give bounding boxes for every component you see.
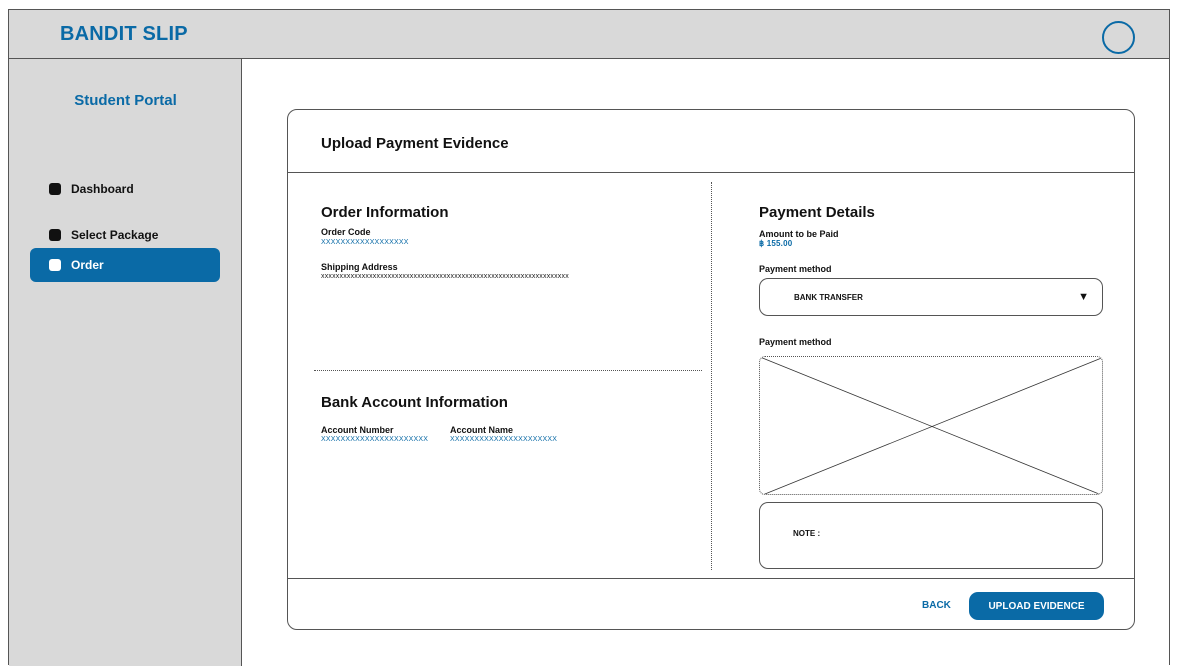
footer-divider xyxy=(288,578,1134,579)
amount-label: Amount to be Paid xyxy=(759,229,839,239)
sidebar: Student Portal Dashboard Select Package … xyxy=(9,59,242,666)
account-number-value: XXXXXXXXXXXXXXXXXXXXXX xyxy=(321,436,429,443)
amount-value: ฿ 155.00 xyxy=(759,239,793,248)
sidebar-item-label: Order xyxy=(71,258,104,272)
bank-info-title: Bank Account Information xyxy=(321,394,508,411)
payment-method-select[interactable]: BANK TRANSFER ▼ xyxy=(759,278,1103,316)
brand-logo-text[interactable]: BANDIT SLIP xyxy=(60,23,188,46)
account-number-label: Account Number xyxy=(321,425,394,435)
shipping-address-label: Shipping Address xyxy=(321,262,398,272)
order-code-label: Order Code xyxy=(321,227,371,237)
account-name-label: Account Name xyxy=(450,425,514,435)
order-code-value: XXXXXXXXXXXXXXXXXX xyxy=(321,239,409,246)
evidence-label: Payment method xyxy=(759,337,832,347)
sidebar-title: Student Portal xyxy=(74,92,177,109)
column-divider xyxy=(711,182,712,570)
account-name-value: XXXXXXXXXXXXXXXXXXXXXX xyxy=(450,436,558,443)
image-placeholder-icon xyxy=(760,357,1102,494)
square-bullet-icon xyxy=(49,183,61,195)
shipping-address-value: xxxxxxxxxxxxxxxxxxxxxxxxxxxxxxxxxxxxxxxx… xyxy=(321,273,569,280)
evidence-image-placeholder[interactable] xyxy=(759,356,1103,495)
sidebar-item-label: Select Package xyxy=(71,228,159,242)
sidebar-item-dashboard[interactable]: Dashboard xyxy=(30,172,220,206)
back-button[interactable]: BACK xyxy=(922,600,951,611)
order-info-title: Order Information xyxy=(321,204,449,221)
header-divider xyxy=(288,172,1134,173)
square-bullet-icon xyxy=(49,229,61,241)
sidebar-item-label: Dashboard xyxy=(71,182,134,196)
profile-circle-icon[interactable] xyxy=(1102,21,1135,54)
square-bullet-icon xyxy=(49,259,61,271)
sidebar-item-select-package[interactable]: Select Package xyxy=(30,218,220,252)
payment-method-value: BANK TRANSFER xyxy=(794,292,863,302)
section-divider xyxy=(314,370,702,371)
payment-method-label: Payment method xyxy=(759,264,832,274)
triangle-down-icon: ▼ xyxy=(1078,291,1089,303)
payment-details-title: Payment Details xyxy=(759,204,875,221)
sidebar-item-order[interactable]: Order xyxy=(30,248,220,282)
upload-evidence-card: Upload Payment Evidence Order Informatio… xyxy=(287,109,1135,630)
upload-evidence-button[interactable]: UPLOAD EVIDENCE xyxy=(969,592,1104,620)
note-label: NOTE : xyxy=(793,529,821,538)
card-title: Upload Payment Evidence xyxy=(321,135,509,152)
top-bar: BANDIT SLIP xyxy=(9,10,1169,59)
note-textarea[interactable]: NOTE : xyxy=(759,502,1103,569)
